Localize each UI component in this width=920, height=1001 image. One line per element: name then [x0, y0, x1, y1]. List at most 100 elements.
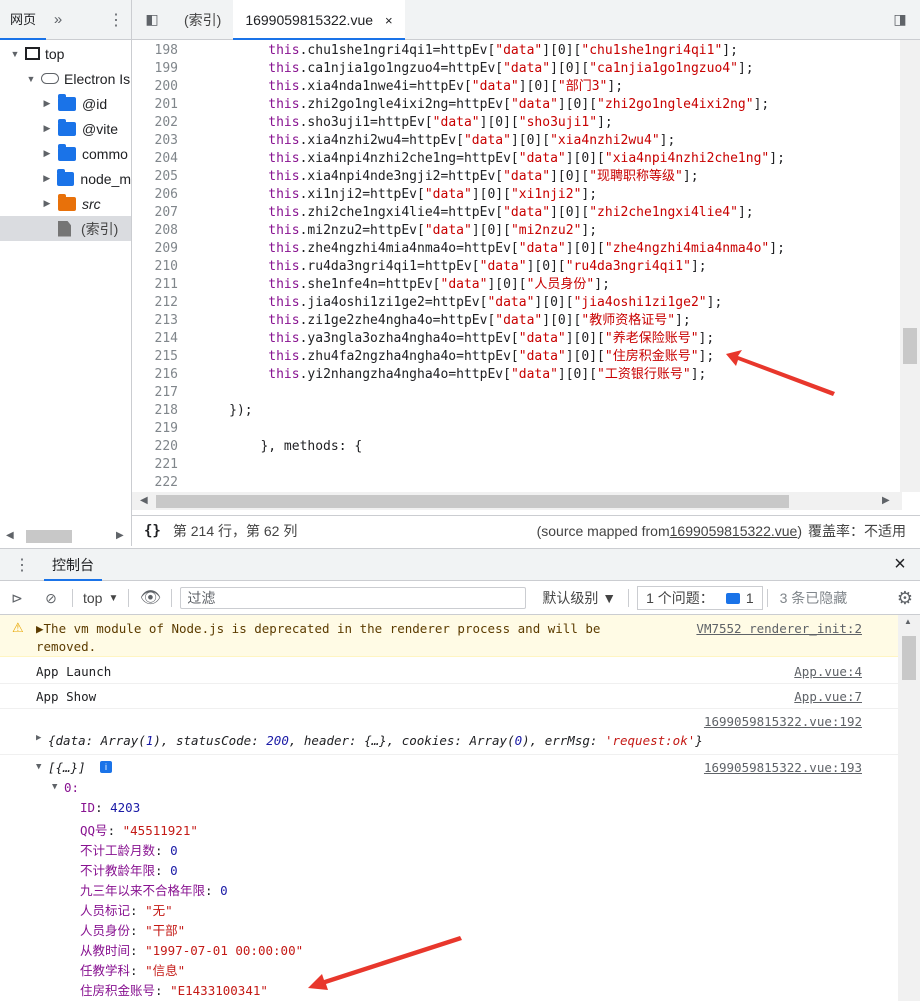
- settings-gear-icon[interactable]: ⚙: [890, 588, 920, 609]
- object-field[interactable]: 不计教龄年限: 0: [80, 860, 178, 879]
- tree-item-common[interactable]: ▶ commo: [0, 141, 131, 166]
- code-line[interactable]: 205 this.xia4npi4nde3ngji2=httpEv["data"…: [132, 168, 902, 186]
- editor-horizontal-scrollbar[interactable]: ◀ ▶: [132, 492, 902, 510]
- code-line[interactable]: 213 this.zi1ge2zhe4ngha4o=httpEv["data"]…: [132, 312, 902, 330]
- line-number[interactable]: 208: [132, 222, 178, 240]
- array-log-message[interactable]: 1699059815322.vue:193 ▼ [{…}] i ▼ 0: ID:…: [0, 755, 898, 1001]
- object-field[interactable]: 人员身份: "干部": [80, 920, 185, 939]
- issues-button[interactable]: 1 个问题： 1: [637, 586, 763, 610]
- line-number[interactable]: 206: [132, 186, 178, 204]
- object-field[interactable]: QQ号: "45511921": [80, 820, 198, 839]
- line-number[interactable]: 220: [132, 438, 178, 456]
- line-number[interactable]: 214: [132, 330, 178, 348]
- line-number[interactable]: 202: [132, 114, 178, 132]
- code-line[interactable]: 198 this.chu1she1ngri4qi1=httpEv["data"]…: [132, 42, 902, 60]
- close-tab-icon[interactable]: ×: [385, 13, 393, 28]
- log-source-link[interactable]: 1699059815322.vue:192: [704, 714, 862, 729]
- array-index[interactable]: 0:: [64, 780, 79, 795]
- collapsed-icon[interactable]: ▶: [42, 98, 52, 109]
- line-number[interactable]: 218: [132, 402, 178, 420]
- line-number[interactable]: 217: [132, 384, 178, 402]
- object-preview[interactable]: {data: Array(1), statusCode: 200, header…: [48, 733, 703, 748]
- expanded-icon[interactable]: ▼: [52, 782, 57, 792]
- line-number[interactable]: 212: [132, 294, 178, 312]
- sidebar-toggle-icon[interactable]: ⊳: [0, 590, 34, 607]
- tab-page[interactable]: 网页: [0, 0, 47, 40]
- source-mapped-link[interactable]: 1699059815322.vue: [670, 523, 798, 539]
- code-line[interactable]: 212 this.jia4oshi1zi1ge2=httpEv["data"][…: [132, 294, 902, 312]
- console-vertical-scrollbar[interactable]: ▲: [898, 615, 920, 1001]
- code-line[interactable]: 199 this.ca1njia1go1ngzuo4=httpEv["data"…: [132, 60, 902, 78]
- code-editor[interactable]: 198 this.chu1she1ngri4qi1=httpEv["data"]…: [132, 40, 902, 490]
- warning-source-link[interactable]: VM7552 renderer_init:2: [696, 621, 862, 636]
- scroll-left-icon[interactable]: ◀: [140, 495, 148, 506]
- filter-input[interactable]: 过滤: [180, 587, 527, 609]
- object-field[interactable]: 从教时间: "1997-07-01 00:00:00": [80, 940, 303, 959]
- line-number[interactable]: 222: [132, 474, 178, 490]
- line-number[interactable]: 207: [132, 204, 178, 222]
- code-line[interactable]: 209 this.zhe4ngzhi4mia4nma4o=httpEv["dat…: [132, 240, 902, 258]
- scrollbar-thumb[interactable]: [156, 495, 789, 508]
- tab-index[interactable]: (索引): [172, 0, 233, 40]
- collapsed-icon[interactable]: ▶: [42, 148, 52, 159]
- line-number[interactable]: 213: [132, 312, 178, 330]
- navigator-horizontal-scrollbar[interactable]: ◀ ▶: [0, 526, 131, 546]
- scroll-right-icon[interactable]: ▶: [116, 530, 124, 541]
- log-source-link[interactable]: App.vue:4: [794, 664, 862, 679]
- expanded-icon[interactable]: ▼: [36, 762, 41, 772]
- object-field[interactable]: 不计工龄月数: 0: [80, 840, 178, 859]
- clear-console-icon[interactable]: ⊘: [34, 590, 68, 607]
- drawer-menu-icon[interactable]: ⋮: [0, 555, 44, 575]
- code-line[interactable]: 218 });: [132, 402, 902, 420]
- code-line[interactable]: 208 this.mi2nzu2=httpEv["data"][0]["mi2n…: [132, 222, 902, 240]
- code-line[interactable]: 204 this.xia4npi4nzhi2che1ng=httpEv["dat…: [132, 150, 902, 168]
- code-line[interactable]: 216 this.yi2nhangzha4ngha4o=httpEv["data…: [132, 366, 902, 384]
- code-line[interactable]: 222: [132, 474, 902, 490]
- code-line[interactable]: 221: [132, 456, 902, 474]
- code-line[interactable]: 214 this.ya3ngla3ozha4ngha4o=httpEv["dat…: [132, 330, 902, 348]
- info-icon[interactable]: i: [100, 761, 112, 773]
- tab-vue-file[interactable]: 1699059815322.vue ×: [233, 0, 405, 40]
- line-number[interactable]: 211: [132, 276, 178, 294]
- code-line[interactable]: 207 this.zhi2che1ngxi4lie4=httpEv["data"…: [132, 204, 902, 222]
- more-tabs-icon[interactable]: »: [46, 11, 70, 28]
- editor-vertical-scrollbar[interactable]: [900, 40, 920, 492]
- scroll-left-icon[interactable]: ◀: [6, 530, 14, 541]
- object-log-message[interactable]: 1699059815322.vue:192 ▶ {data: Array(1),…: [0, 709, 898, 755]
- line-number[interactable]: 219: [132, 420, 178, 438]
- console-messages[interactable]: ⚠ ▶The vm module of Node.js is deprecate…: [0, 615, 898, 1001]
- scroll-up-icon[interactable]: ▲: [904, 617, 912, 626]
- tree-item-id[interactable]: ▶ @id: [0, 91, 131, 116]
- code-line[interactable]: 219: [132, 420, 902, 438]
- line-number[interactable]: 203: [132, 132, 178, 150]
- line-number[interactable]: 209: [132, 240, 178, 258]
- array-preview[interactable]: [{…}]: [48, 760, 86, 775]
- context-selector[interactable]: top ▼: [77, 590, 124, 606]
- object-field[interactable]: 九三年以来不合格年限: 0: [80, 880, 228, 899]
- tab-console[interactable]: 控制台: [44, 549, 102, 581]
- code-line[interactable]: 200 this.xia4nda1nwe4i=httpEv["data"][0]…: [132, 78, 902, 96]
- object-field[interactable]: 住房积金账号: "E1433100341": [80, 980, 268, 999]
- line-number[interactable]: 201: [132, 96, 178, 114]
- line-number[interactable]: 221: [132, 456, 178, 474]
- tree-item-top[interactable]: ▼ top: [0, 41, 131, 66]
- object-field[interactable]: ID: 4203: [80, 800, 140, 815]
- tree-item-vite[interactable]: ▶ @vite: [0, 116, 131, 141]
- line-number[interactable]: 210: [132, 258, 178, 276]
- toggle-navigator-icon[interactable]: ◧: [132, 11, 172, 28]
- object-field[interactable]: 人员标记: "无": [80, 900, 173, 919]
- pretty-print-button[interactable]: {}: [144, 523, 161, 539]
- object-field[interactable]: 任教学科: "信息": [80, 960, 185, 979]
- log-source-link[interactable]: 1699059815322.vue:193: [704, 760, 862, 775]
- tree-item-index[interactable]: (索引): [0, 216, 131, 241]
- expanded-icon[interactable]: ▼: [26, 74, 36, 84]
- expanded-icon[interactable]: ▼: [10, 49, 20, 59]
- tree-item-electron[interactable]: ▼ Electron Is: [0, 66, 131, 91]
- tree-item-node-modules[interactable]: ▶ node_m: [0, 166, 131, 191]
- more-options-icon[interactable]: ⋮: [101, 10, 131, 30]
- code-line[interactable]: 210 this.ru4da3ngri4qi1=httpEv["data"][0…: [132, 258, 902, 276]
- line-number[interactable]: 199: [132, 60, 178, 78]
- line-number[interactable]: 200: [132, 78, 178, 96]
- code-line[interactable]: 217: [132, 384, 902, 402]
- close-drawer-icon[interactable]: ×: [880, 553, 920, 576]
